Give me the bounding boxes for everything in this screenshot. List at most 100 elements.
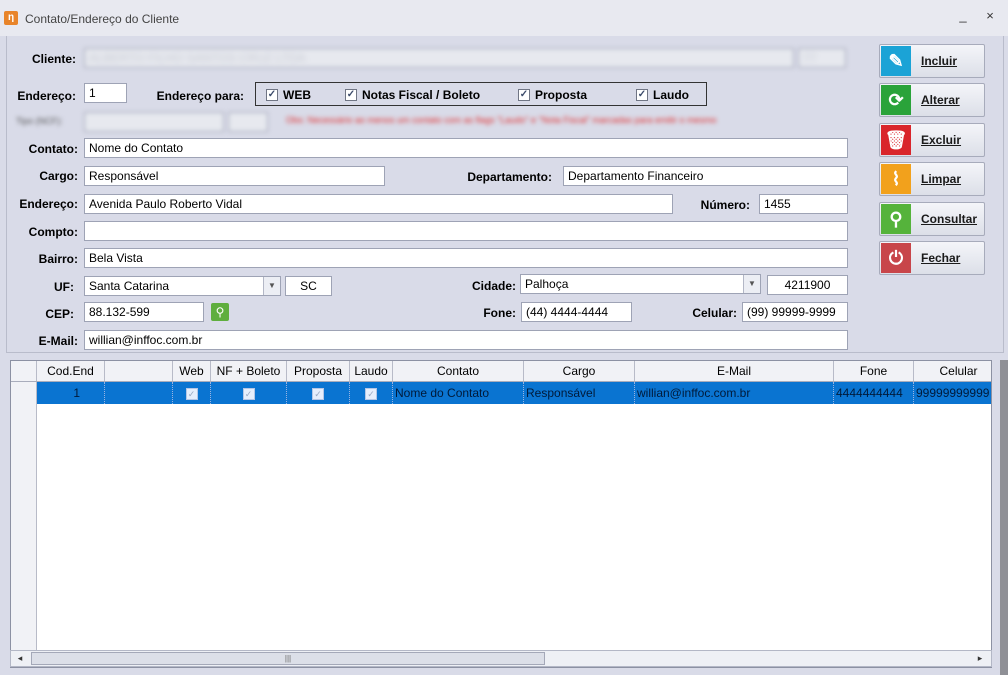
celular-label: Celular:: [692, 306, 737, 320]
limpar-button[interactable]: ⌇ Limpar: [879, 162, 985, 196]
alterar-button[interactable]: ⟳ Alterar: [879, 83, 985, 117]
departamento-field[interactable]: Departamento Financeiro: [563, 166, 848, 186]
checkbox-web-row[interactable]: ✓: [185, 387, 198, 400]
endereco-num-field[interactable]: 1: [84, 83, 127, 103]
header-proposta[interactable]: Proposta: [287, 361, 350, 381]
consultar-button[interactable]: ⚲ Consultar: [879, 202, 985, 236]
checkbox-laudo[interactable]: ✓: [636, 89, 648, 101]
celular-field[interactable]: (99) 99999-9999: [742, 302, 848, 322]
endereco-num-label: Endereço:: [17, 89, 76, 103]
header-cargo[interactable]: Cargo: [524, 361, 635, 381]
scroll-right-icon[interactable]: ▸: [973, 652, 987, 665]
incluir-button[interactable]: ✎ Incluir: [879, 44, 985, 78]
cliente-field[interactable]: ALBERTO FILHO SANTOS CRUZ LTDA: [84, 48, 794, 68]
app-icon: ƞ: [4, 11, 18, 25]
uf-select[interactable]: Santa Catarina ▼: [84, 276, 281, 296]
uf-sigla-field[interactable]: SC: [285, 276, 332, 296]
cep-field[interactable]: 88.132-599: [84, 302, 204, 322]
excluir-button[interactable]: 🗑 Excluir: [879, 123, 985, 157]
header-indicator: [11, 361, 37, 381]
cell-laudo[interactable]: ✓: [350, 382, 393, 404]
header-laudo[interactable]: Laudo: [350, 361, 393, 381]
chevron-down-icon[interactable]: ▼: [263, 277, 280, 295]
cell-proposta[interactable]: ✓: [287, 382, 350, 404]
contato-field[interactable]: Nome do Contato: [84, 138, 848, 158]
contacts-grid[interactable]: Cod.End Web NF + Boleto Proposta Laudo C…: [10, 360, 992, 668]
check-nf-boleto[interactable]: ✓ Notas Fiscal / Boleto: [345, 88, 480, 102]
cliente-code-field[interactable]: 77: [798, 48, 846, 68]
email-label: E-Mail:: [38, 334, 78, 348]
row-indicator: [11, 382, 37, 404]
numero-field[interactable]: 1455: [759, 194, 848, 214]
endereco-para-label: Endereço para:: [156, 89, 244, 103]
row-indicator-column: [11, 361, 37, 667]
header-web[interactable]: Web: [173, 361, 211, 381]
cell-fone[interactable]: 4444444444: [834, 382, 914, 404]
close-button[interactable]: ×: [982, 8, 998, 23]
cargo-field[interactable]: Responsável: [84, 166, 385, 186]
cell-cod-end[interactable]: 1: [37, 382, 105, 404]
chevron-down-icon[interactable]: ▼: [743, 275, 760, 293]
bairro-field[interactable]: Bela Vista: [84, 248, 848, 268]
trash-icon: 🗑: [881, 125, 911, 155]
fone-label: Fone:: [483, 306, 516, 320]
cell-contato[interactable]: Nome do Contato: [393, 382, 524, 404]
cell-cargo[interactable]: Responsável: [524, 382, 635, 404]
header-email[interactable]: E-Mail: [635, 361, 834, 381]
table-row[interactable]: 1 ✓ ✓ ✓ ✓ Nome do Contato Responsável wi…: [11, 382, 991, 404]
warning-text: Obs: Necessário ao menos um contato com …: [286, 115, 717, 125]
checkbox-proposta-row[interactable]: ✓: [312, 387, 324, 400]
cell-blank[interactable]: [105, 382, 173, 404]
compto-label: Compto:: [28, 225, 78, 239]
fechar-button[interactable]: ⏻ Fechar: [879, 241, 985, 275]
scroll-left-icon[interactable]: ◂: [13, 652, 27, 665]
compto-field[interactable]: [84, 221, 848, 241]
add-icon: ✎: [881, 46, 911, 76]
checkbox-web[interactable]: ✓: [266, 89, 278, 101]
search-icon[interactable]: ⚲: [211, 303, 229, 321]
search-icon: ⚲: [881, 204, 911, 234]
horizontal-scrollbar[interactable]: ◂ ||| ▸: [10, 650, 992, 667]
checkbox-nf-boleto[interactable]: ✓: [345, 89, 357, 101]
endereco-para-group: ✓ WEB ✓ Notas Fiscal / Boleto ✓ Proposta ✓ L…: [255, 82, 707, 106]
scroll-thumb[interactable]: |||: [31, 652, 545, 665]
checkbox-nf-row[interactable]: ✓: [242, 387, 255, 400]
email-field[interactable]: willian@inffoc.com.br: [84, 330, 848, 350]
departamento-label: Departamento:: [467, 170, 552, 184]
endereco-field[interactable]: Avenida Paulo Roberto Vidal: [84, 194, 673, 214]
uf-label: UF:: [54, 280, 74, 294]
endereco-label: Endereço:: [19, 197, 78, 211]
broom-icon: ⌇: [881, 164, 911, 194]
cliente-label: Cliente:: [31, 52, 76, 66]
check-proposta[interactable]: ✓ Proposta: [518, 88, 587, 102]
header-nf-boleto[interactable]: NF + Boleto: [211, 361, 287, 381]
header-blank[interactable]: [105, 361, 173, 381]
cidade-code-field[interactable]: 4211900: [767, 275, 848, 295]
window-title: Contato/Endereço do Cliente: [25, 12, 180, 26]
tipo-field[interactable]: [84, 112, 224, 132]
bairro-label: Bairro:: [38, 252, 78, 266]
tipo-code-field[interactable]: [228, 112, 268, 132]
header-fone[interactable]: Fone: [834, 361, 914, 381]
header-celular[interactable]: Celular: [914, 361, 991, 381]
window-edge: [1000, 360, 1008, 675]
cell-nf-boleto[interactable]: ✓: [211, 382, 287, 404]
numero-label: Número:: [700, 198, 750, 212]
tipo-label: Tipo (NCF):: [16, 116, 63, 126]
header-contato[interactable]: Contato: [393, 361, 524, 381]
refresh-icon: ⟳: [881, 85, 911, 115]
title-bar: ƞ Contato/Endereço do Cliente _ ×: [0, 0, 1008, 36]
checkbox-laudo-row[interactable]: ✓: [365, 387, 377, 400]
grid-header: Cod.End Web NF + Boleto Proposta Laudo C…: [11, 361, 991, 382]
minimize-button[interactable]: _: [955, 8, 971, 23]
contato-label: Contato:: [28, 142, 78, 156]
cidade-select[interactable]: Palhoça ▼: [520, 274, 761, 294]
checkbox-proposta[interactable]: ✓: [518, 89, 530, 101]
header-cod-end[interactable]: Cod.End: [37, 361, 105, 381]
cell-email[interactable]: willian@inffoc.com.br: [635, 382, 834, 404]
fone-field[interactable]: (44) 4444-4444: [521, 302, 632, 322]
cell-celular[interactable]: 99999999999: [914, 382, 991, 404]
check-laudo[interactable]: ✓ Laudo: [636, 88, 689, 102]
check-web[interactable]: ✓ WEB: [266, 88, 311, 102]
cell-web[interactable]: ✓: [173, 382, 211, 404]
